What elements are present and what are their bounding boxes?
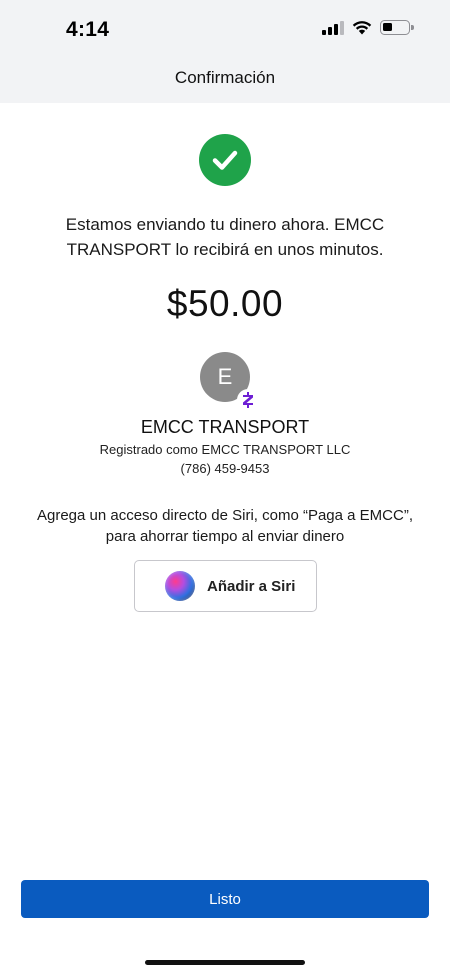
header-area: 4:14 Confirmación [0, 0, 450, 103]
page-title: Confirmación [174, 68, 276, 87]
battery-icon [380, 20, 414, 35]
status-time: 4:14 [66, 18, 110, 41]
recipient-phone: (786) 459-9453 [180, 461, 270, 476]
done-button[interactable]: Listo [21, 880, 429, 918]
add-to-siri-label: Añadir a Siri [207, 577, 296, 595]
check-circle-icon [199, 134, 251, 186]
siri-icon [165, 571, 195, 601]
zelle-icon [237, 389, 259, 411]
amount-sent: $50.00 [166, 283, 284, 324]
done-button-label: Listo [209, 890, 241, 908]
recipient-name: EMCC TRANSPORT [140, 417, 310, 437]
status-icons [322, 20, 414, 35]
cellular-signal-icon [322, 20, 344, 35]
avatar-initial: E [217, 364, 233, 389]
home-indicator[interactable] [145, 960, 305, 965]
wifi-icon [352, 21, 372, 35]
siri-shortcut-prompt: Agrega un acceso directo de Siri, como “… [36, 507, 413, 545]
confirmation-message: Estamos enviando tu dinero ahora. EMCC T… [65, 215, 385, 259]
recipient-registered-as: Registrado como EMCC TRANSPORT LLC [99, 442, 351, 457]
status-bar: 4:14 [0, 0, 450, 60]
add-to-siri-button[interactable]: Añadir a Siri [134, 560, 317, 612]
